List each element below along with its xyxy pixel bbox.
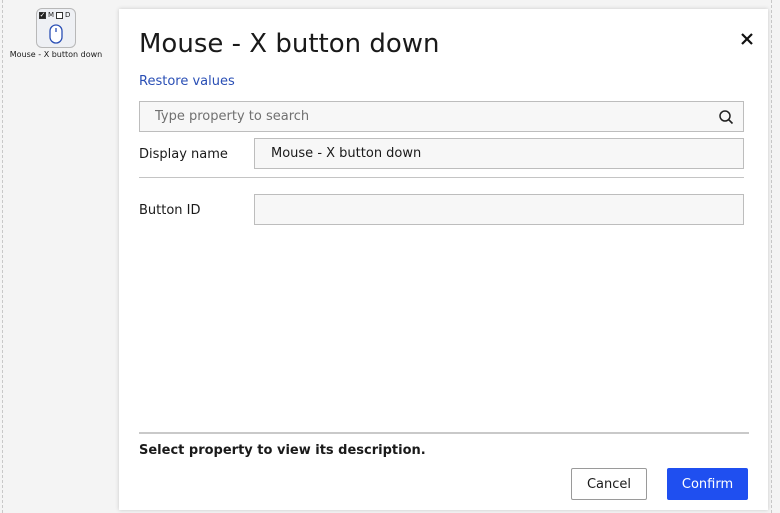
flag-d-label: D bbox=[65, 11, 71, 19]
node-label: Mouse - X button down bbox=[9, 50, 103, 59]
description-divider bbox=[139, 432, 749, 434]
display-name-label: Display name bbox=[139, 147, 228, 162]
property-search-input[interactable] bbox=[140, 102, 700, 131]
node-flags: ✓ M D bbox=[39, 11, 70, 19]
canvas-boundary-right bbox=[771, 0, 772, 513]
property-description: Select property to view its description. bbox=[139, 443, 426, 458]
properties-dialog: Mouse - X button down Restore values Dis… bbox=[119, 9, 768, 510]
search-icon[interactable] bbox=[718, 109, 734, 125]
property-divider bbox=[139, 177, 744, 178]
checkbox-checked-icon[interactable]: ✓ bbox=[39, 11, 46, 19]
close-button[interactable] bbox=[737, 29, 757, 49]
cancel-button[interactable]: Cancel bbox=[571, 468, 647, 500]
flag-m-label: M bbox=[48, 11, 55, 19]
dialog-title: Mouse - X button down bbox=[139, 29, 440, 59]
close-icon bbox=[741, 33, 753, 45]
confirm-button[interactable]: Confirm bbox=[667, 468, 748, 500]
button-id-label: Button ID bbox=[139, 203, 201, 218]
checkbox-unchecked-icon[interactable] bbox=[56, 11, 64, 19]
button-id-field[interactable] bbox=[254, 194, 744, 225]
node-box[interactable]: ✓ M D bbox=[36, 8, 76, 48]
workflow-node[interactable]: ✓ M D Mouse - X button down bbox=[6, 8, 110, 59]
property-search bbox=[139, 101, 744, 132]
display-name-field[interactable] bbox=[254, 138, 744, 169]
restore-values-link[interactable]: Restore values bbox=[139, 74, 235, 89]
canvas-boundary-left bbox=[2, 0, 3, 513]
mouse-icon bbox=[49, 24, 63, 44]
